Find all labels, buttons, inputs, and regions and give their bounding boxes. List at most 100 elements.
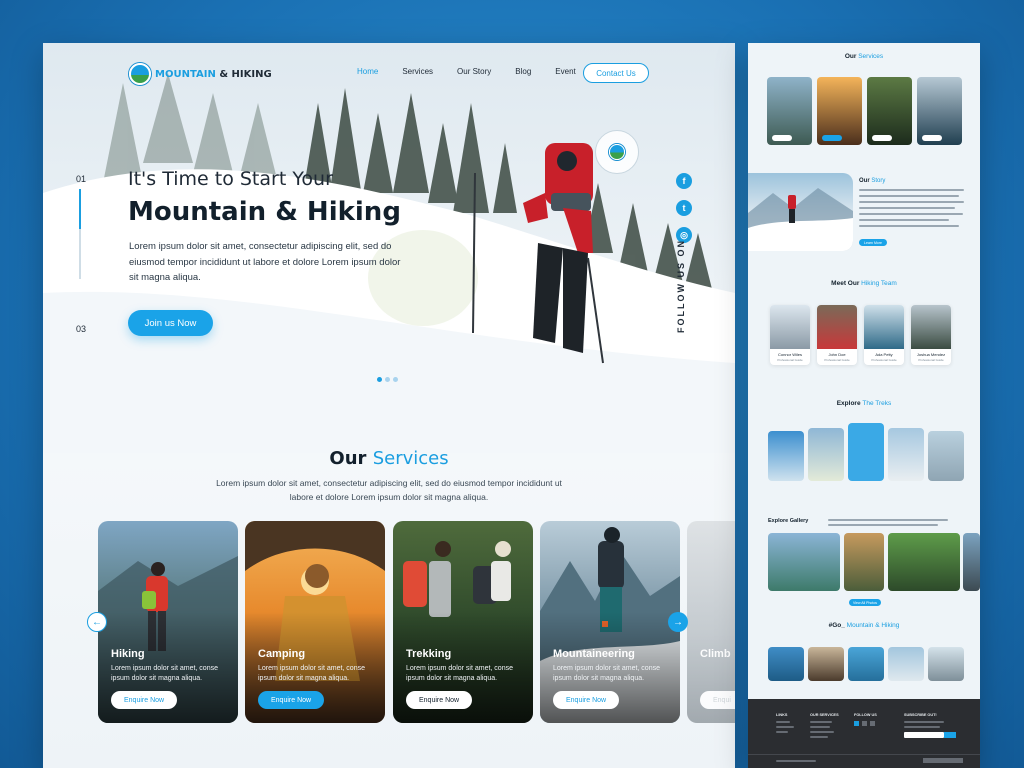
service-card-trekking[interactable]: Trekking Lorem ipsum dolor sit amet, con… — [393, 521, 533, 723]
team-member-card[interactable]: Joshua Mendez Professional Guide — [911, 305, 951, 365]
gallery-photo[interactable] — [768, 533, 840, 591]
footer-instagram-icon[interactable] — [870, 721, 875, 726]
side-story-title-a: Our — [859, 178, 870, 184]
twitter-icon[interactable]: t — [676, 200, 692, 216]
service-card-camping[interactable]: Camping Lorem ipsum dolor sit amet, cons… — [245, 521, 385, 723]
footer-col-links: LINKS — [776, 713, 788, 717]
contact-us-button[interactable]: Contact Us — [583, 63, 649, 83]
services-description: Lorem ipsum dolor sit amet, consectetur … — [216, 478, 562, 502]
team-member-card[interactable]: John Doe Professional Guide — [817, 305, 857, 365]
team-member-name: Connor Wiles — [777, 352, 802, 357]
nav-item-our-story[interactable]: Our Story — [457, 67, 491, 76]
trek-thumb[interactable] — [808, 428, 844, 481]
card-text: Lorem ipsum dolor sit amet, conse ipsum … — [258, 665, 365, 682]
footer-twitter-icon[interactable] — [862, 721, 867, 726]
join-us-button[interactable]: Join us Now — [128, 310, 213, 336]
hero-title: Mountain & Hiking — [128, 197, 401, 227]
card-name: Mountaineering — [553, 648, 635, 660]
team-member-name: John Doe — [828, 352, 846, 357]
side-treks-section: Explore The Treks — [748, 400, 980, 407]
team-member-name: Joshua Mendez — [916, 352, 946, 357]
enquire-now-button[interactable]: Enquire Now — [406, 691, 473, 709]
card-name: Trekking — [406, 648, 452, 660]
team-member-photo — [817, 305, 857, 349]
service-card-climbing-partial[interactable]: Climb Enqui — [687, 521, 735, 723]
card-text: Lorem ipsum dolor sit amet, conse ipsum … — [406, 665, 513, 682]
gallery-photo[interactable] — [888, 533, 960, 591]
view-all-photos-button[interactable]: View All Photos — [849, 599, 881, 606]
carousel-prev-arrow-icon[interactable]: ← — [87, 612, 107, 632]
services-title: Our Services — [43, 448, 735, 469]
footer-facebook-icon[interactable] — [854, 721, 859, 726]
hashtag-photo[interactable] — [888, 647, 924, 681]
enquire-now-button[interactable]: Enquire Now — [258, 691, 325, 709]
service-card-hiking[interactable]: Hiking Lorem ipsum dolor sit amet, conse… — [98, 521, 238, 723]
side-team-section: Meet Our Hiking Team — [748, 280, 980, 287]
slide-dot[interactable] — [377, 377, 382, 382]
geocaching-stamp — [595, 130, 639, 174]
card-text: Lorem ipsum dolor sit amet, conse ipsum … — [111, 665, 218, 682]
carousel-next-arrow-icon[interactable]: → — [668, 612, 688, 632]
team-member-role: Professional Guide — [824, 358, 850, 362]
side-page-mockup: Our Services Our Story Learn More Meet O… — [748, 43, 980, 768]
nav-item-services[interactable]: Services — [402, 67, 433, 76]
gallery-title: Explore Gallery — [768, 518, 809, 524]
hashtag-photo[interactable] — [808, 647, 844, 681]
team-member-photo — [864, 305, 904, 349]
main-page-mockup: MOUNTAIN & HIKING Home Services Our Stor… — [43, 43, 735, 768]
trek-thumb[interactable] — [768, 431, 804, 481]
side-services-title-a: Our — [844, 53, 857, 60]
nav-item-home[interactable]: Home — [357, 67, 378, 76]
top-navigation: MOUNTAIN & HIKING Home Services Our Stor… — [43, 43, 735, 103]
mountain-logo-icon — [609, 144, 625, 160]
service-card-mountaineering[interactable]: Mountaineering Lorem ipsum dolor sit ame… — [540, 521, 680, 723]
hero-subtitle: It's Time to Start Your — [128, 168, 333, 190]
team-member-name: Ada Petty — [875, 352, 893, 357]
team-member-card[interactable]: Ada Petty Professional Guide — [864, 305, 904, 365]
side-services-title-b: Services — [858, 53, 884, 60]
card-name: Hiking — [111, 648, 145, 660]
card-text: Lorem ipsum dolor sit amet, conse ipsum … — [553, 665, 660, 682]
brand-logo[interactable]: MOUNTAIN & HIKING — [129, 63, 272, 85]
footer-col-subscribe: SUBSCRIBE OUT! — [904, 713, 937, 717]
hero-description: Lorem ipsum dolor sit amet, consectetur … — [129, 241, 401, 283]
slide-current-number: 01 — [76, 174, 87, 184]
learn-more-button[interactable]: Learn More — [859, 239, 887, 246]
enquire-now-button[interactable]: Enqui — [700, 691, 735, 709]
facebook-icon[interactable]: f — [676, 173, 692, 189]
team-member-role: Professional Guide — [871, 358, 897, 362]
services-title-part-a: Our — [329, 448, 367, 469]
gallery-photo[interactable] — [844, 533, 884, 591]
nav-item-blog[interactable]: Blog — [515, 67, 531, 76]
trek-thumb[interactable] — [928, 431, 964, 481]
slide-dot[interactable] — [393, 377, 398, 382]
trek-thumb-active[interactable] — [848, 423, 884, 481]
trek-thumb[interactable] — [888, 428, 924, 481]
team-member-card[interactable]: Connor Wiles Professional Guide — [770, 305, 810, 365]
footer-subscribe-button[interactable] — [944, 732, 956, 738]
hashtag-photo[interactable] — [928, 647, 964, 681]
team-member-role: Professional Guide — [918, 358, 944, 362]
brand-name-part-b: & HIKING — [219, 68, 272, 80]
side-story-title-b: Story — [871, 178, 886, 184]
footer-subscribe-input[interactable] — [904, 732, 944, 738]
gallery-photo[interactable] — [963, 533, 980, 591]
nav-links: Home Services Our Story Blog Event — [357, 67, 600, 76]
slide-dot[interactable] — [385, 377, 390, 382]
side-services-section: Our Services — [748, 53, 980, 60]
nav-item-event[interactable]: Event — [555, 67, 575, 76]
footer-col-services: OUR SERVICES — [810, 713, 839, 717]
card-name: Climb — [700, 648, 731, 660]
enquire-now-button[interactable]: Enquire Now — [111, 691, 178, 709]
enquire-now-button[interactable]: Enquire Now — [553, 691, 620, 709]
side-treks-title-a: Explore — [836, 400, 861, 407]
payment-icons — [923, 758, 963, 763]
hashtag-photo[interactable] — [768, 647, 804, 681]
follow-us-label: FOLLOW US ON — [676, 239, 686, 333]
hashtag-photo[interactable] — [848, 647, 884, 681]
side-treks-title-b: The Treks — [862, 400, 892, 407]
side-team-title-a: Meet Our — [831, 280, 860, 287]
hashtag-part-b: Mountain & Hiking — [846, 622, 900, 629]
mountain-logo-icon — [129, 63, 151, 85]
footer-col-follow: FOLLOW US — [854, 713, 877, 717]
